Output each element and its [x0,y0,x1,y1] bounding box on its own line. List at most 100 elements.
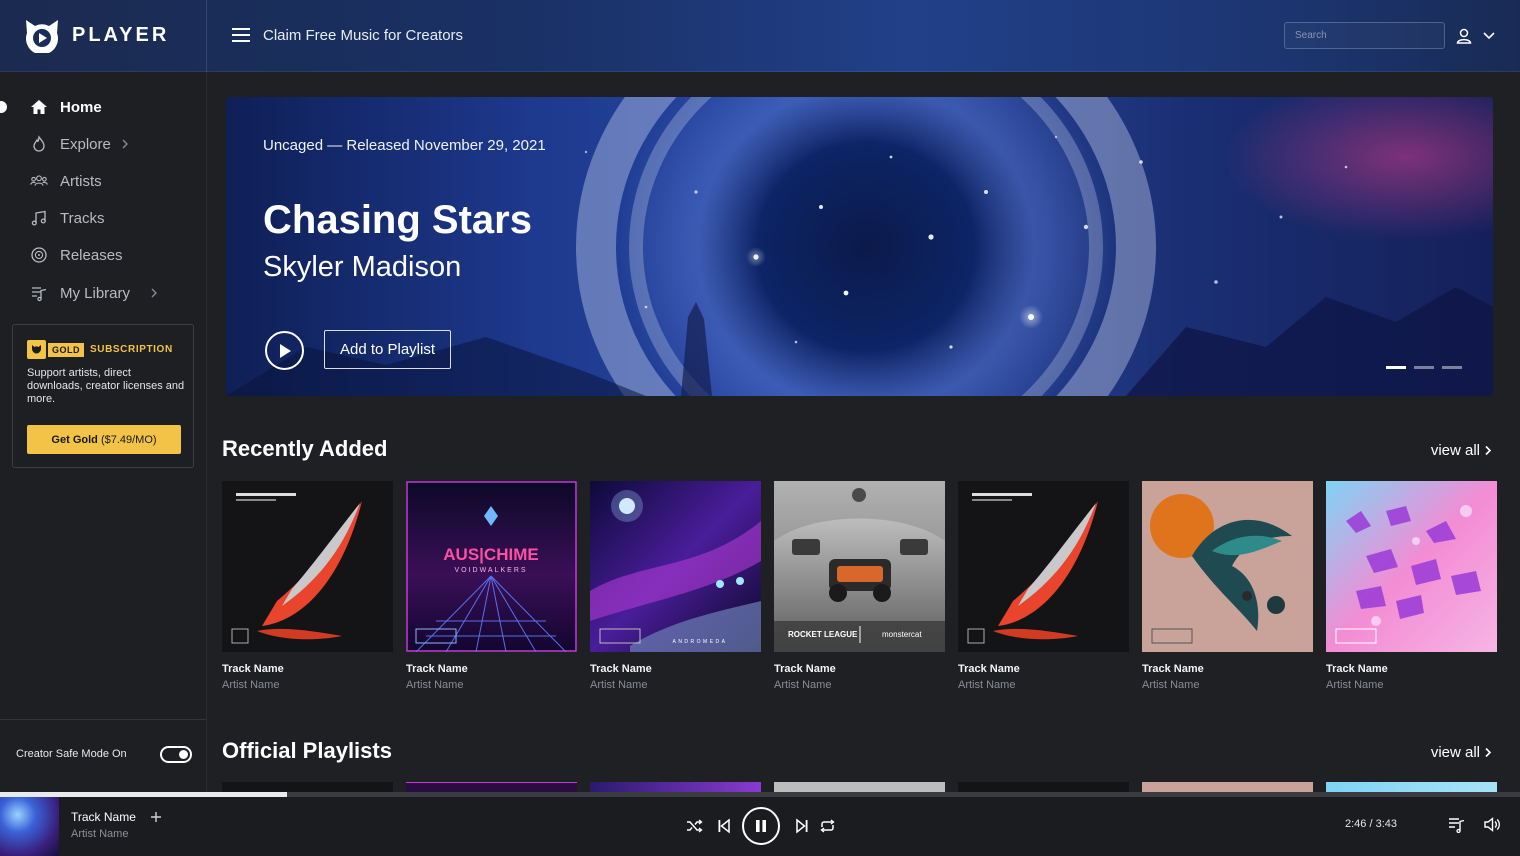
card-track-name: Track Name [590,663,652,675]
recently-added-view-all[interactable]: view all [1431,442,1492,459]
skip-previous-icon[interactable] [717,818,731,834]
playlist-cover[interactable] [958,782,1129,792]
repeat-icon[interactable] [819,818,836,834]
hero-artist-name[interactable]: Skyler Madison [263,251,461,284]
carousel-dot[interactable] [1386,366,1406,369]
cover-title: ROCKET LEAGUE [788,630,858,639]
release-card[interactable]: ANDROMEDA Track Name Artist Name [590,481,761,691]
card-track-name: Track Name [1142,663,1204,675]
header-divider [206,0,207,72]
card-track-name: Track Name [958,663,1020,675]
hero-banner[interactable]: Uncaged — Released November 29, 2021 Cha… [226,97,1493,396]
hamburger-menu-icon[interactable] [230,26,252,44]
people-icon [30,172,48,190]
gold-subscription-card: GOLD SUBSCRIPTION Support artists, direc… [12,324,194,468]
chevron-right-icon [1485,747,1492,758]
official-playlists-view-all[interactable]: view all [1431,744,1492,761]
library-icon [30,284,48,302]
playlist-cover[interactable] [590,782,761,792]
gold-badge: GOLD SUBSCRIPTION [27,340,173,359]
search-input[interactable] [1284,22,1445,49]
official-playlists-heading: Official Playlists [222,738,392,763]
card-track-name: Track Name [774,663,836,675]
playlist-cover[interactable] [1142,782,1313,792]
official-playlists-list [222,782,1497,792]
card-artist-name: Artist Name [1326,679,1384,691]
chevron-right-icon [1485,445,1492,456]
album-cover: ANDROMEDA [590,481,761,652]
playlist-cover[interactable] [406,782,577,792]
now-playing-artist[interactable]: Artist Name [71,828,128,840]
sidebar-item-my-library[interactable]: My Library [30,281,158,305]
play-icon [279,343,291,358]
pause-button[interactable] [742,807,780,845]
card-artist-name: Artist Name [1142,679,1200,691]
sidebar-item-tracks[interactable]: Tracks [30,206,104,230]
cover-subtitle: VOIDWALKERS [454,567,527,574]
sidebar-item-artists[interactable]: Artists [30,169,102,193]
card-track-name: Track Name [406,663,468,675]
toggle-knob [179,750,188,759]
playback-time: 2:46 / 3:43 [1345,818,1397,830]
brand-name: PLAYER [72,23,170,46]
card-track-name: Track Name [222,663,284,675]
now-playing-cover[interactable] [0,797,59,856]
now-playing-track[interactable]: Track Name [71,810,136,824]
sidebar-divider [0,719,206,720]
user-icon[interactable] [1455,27,1473,45]
release-card[interactable]: Track Name Artist Name [1142,481,1313,691]
main-content: Uncaged — Released November 29, 2021 Cha… [207,72,1520,792]
playlist-cover[interactable] [222,782,393,792]
release-card[interactable]: Track Name Artist Name [958,481,1129,691]
pause-icon [756,820,766,832]
carousel-dot[interactable] [1414,366,1434,369]
add-icon[interactable] [150,811,162,823]
cover-title: AUS|CHIME [443,545,538,564]
sidebar-item-label: Tracks [60,209,105,227]
playlist-cover[interactable] [1326,782,1497,792]
chevron-right-icon [122,139,128,149]
release-card[interactable]: ROCKET LEAGUE monstercat Track Name Arti… [774,481,945,691]
album-cover [958,481,1129,652]
sidebar-item-label: Home [60,98,102,116]
shuffle-icon[interactable] [686,818,703,834]
album-cover: AUS|CHIME VOIDWALKERS [406,481,577,652]
album-cover [222,481,393,652]
card-artist-name: Artist Name [774,679,832,691]
hero-play-button[interactable] [265,331,304,370]
hero-release-info: Uncaged — Released November 29, 2021 [263,137,546,154]
get-gold-price: ($7.49/MO) [100,433,157,446]
top-header: PLAYER Claim Free Music for Creators [0,0,1520,72]
header-title-link[interactable]: Claim Free Music for Creators [263,27,463,44]
release-card[interactable]: Track Name Artist Name [1326,481,1497,691]
add-to-playlist-button[interactable]: Add to Playlist [324,330,451,369]
sidebar-item-explore[interactable]: Explore [30,132,129,156]
carousel-indicators [1386,366,1462,369]
get-gold-label: Get Gold [51,433,98,446]
sidebar-item-label: Releases [60,246,123,264]
view-all-label: view all [1430,744,1480,761]
carousel-dot[interactable] [1442,366,1462,369]
skip-next-icon[interactable] [795,818,809,834]
creator-safe-mode-toggle[interactable] [160,746,192,763]
sidebar: Home Explore Artists Tracks Releases My … [0,72,207,792]
monstercat-logo-icon [26,20,58,53]
cover-subtitle: monstercat [882,630,922,639]
recently-added-list: Track Name Artist Name AUS|CHIME VOIDWAL… [222,481,1497,691]
cover-subtitle: ANDROMEDA [672,639,727,645]
sidebar-item-releases[interactable]: Releases [30,243,123,267]
chevron-down-icon[interactable] [1482,31,1496,41]
get-gold-button[interactable]: Get Gold ($7.49/MO) [27,425,181,454]
sidebar-item-home[interactable]: Home [30,95,102,119]
release-card[interactable]: Track Name Artist Name [222,481,393,691]
brand-logo[interactable]: PLAYER [22,17,169,53]
release-card[interactable]: AUS|CHIME VOIDWALKERS Track Name Artist … [406,481,577,691]
queue-icon[interactable] [1448,816,1465,833]
album-cover [1142,481,1313,652]
chevron-right-icon [151,288,157,298]
sidebar-item-label: Explore [60,135,111,153]
hero-track-title[interactable]: Chasing Stars [263,198,532,243]
volume-icon[interactable] [1483,816,1501,833]
playlist-cover[interactable] [774,782,945,792]
home-icon [30,98,48,116]
